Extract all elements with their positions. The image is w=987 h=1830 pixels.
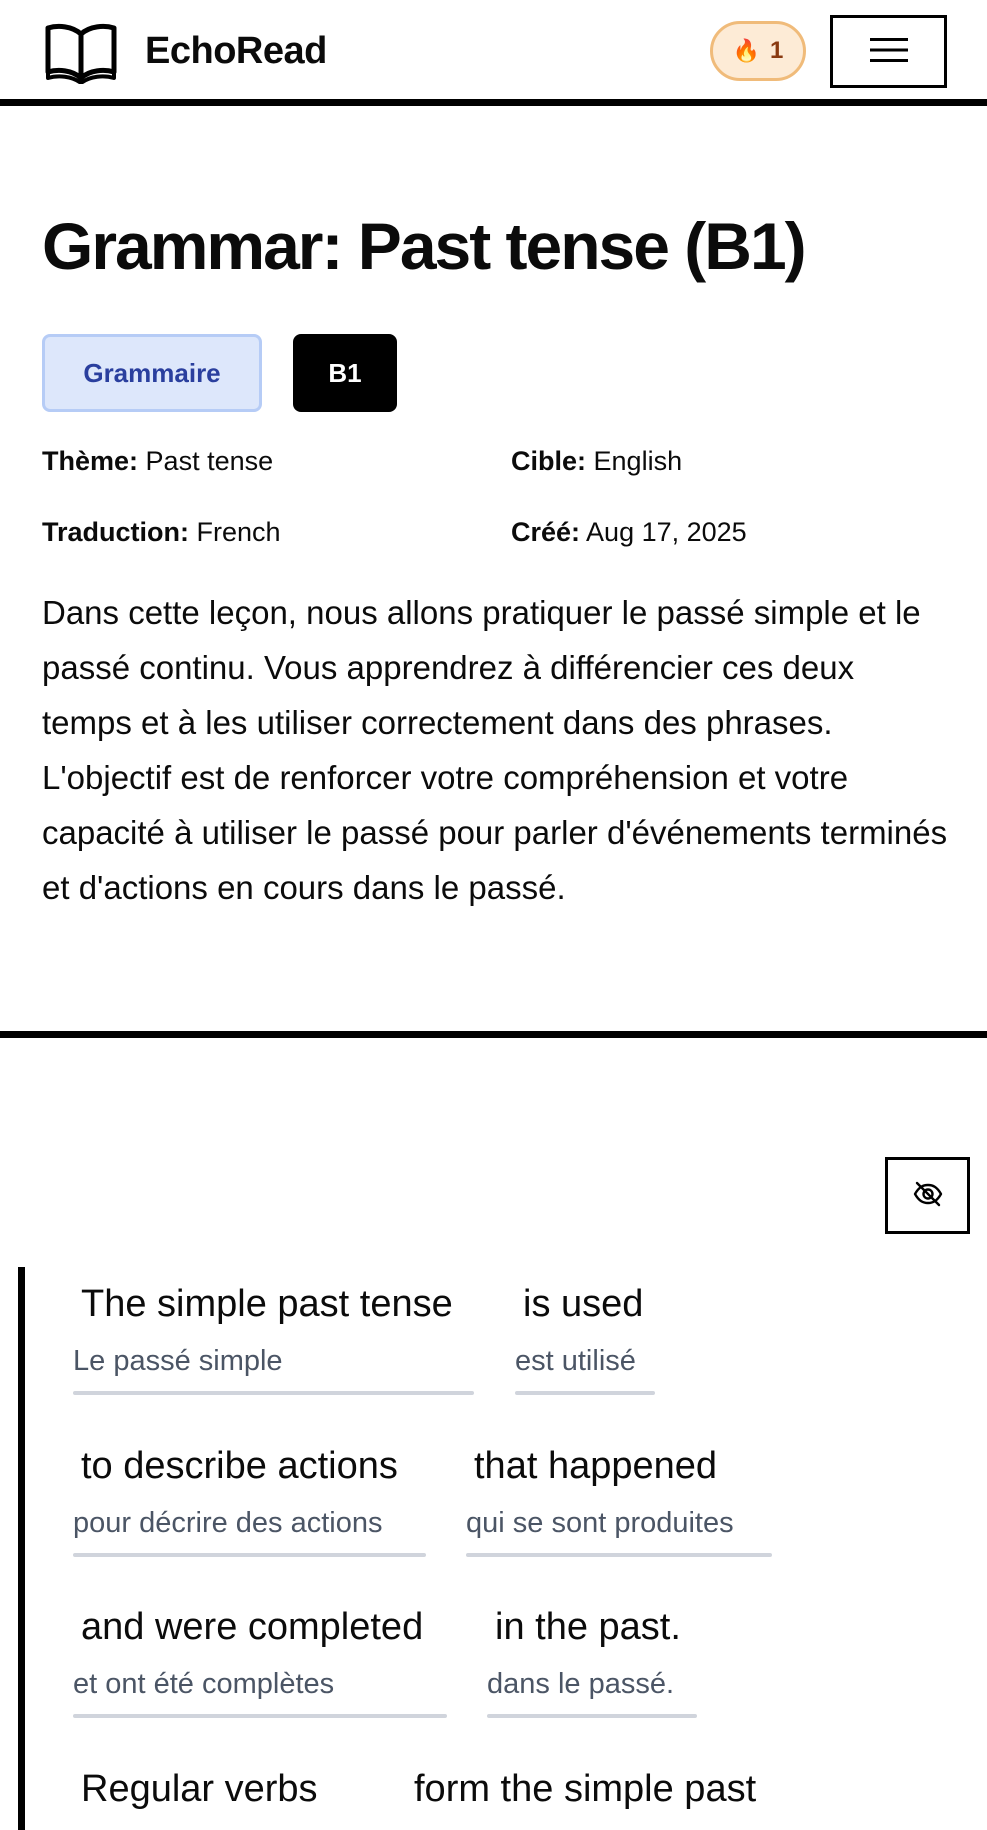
chunk-underline [73, 1553, 426, 1557]
meta-theme-label: Thème: [42, 446, 139, 476]
meta-created-value: Aug 17, 2025 [586, 517, 747, 547]
chunk-underline [487, 1714, 697, 1718]
category-tag: Grammaire [42, 334, 262, 412]
lesson-description: Dans cette leçon, nous allons pratiquer … [42, 594, 948, 906]
eye-off-icon [913, 1181, 943, 1210]
meta-target: Cible: English [511, 446, 682, 477]
toggle-translation-button[interactable] [885, 1157, 970, 1234]
chunk-translation: pour décrire des actions [73, 1507, 383, 1539]
meta-created-label: Créé: [511, 517, 581, 547]
chunk-source-text: in the past. [495, 1606, 681, 1648]
chunk-translation: et ont été complètes [73, 1668, 335, 1700]
chunk-source-text: Regular verbs [81, 1768, 318, 1810]
meta-created: Créé: Aug 17, 2025 [511, 517, 747, 548]
chunk-source-text: to describe actions [81, 1445, 398, 1487]
open-book-icon[interactable] [44, 20, 118, 85]
chunk-translation: Le passé simple [73, 1345, 283, 1377]
app-title[interactable]: EchoRead [145, 30, 327, 73]
section-divider [0, 1031, 987, 1038]
hamburger-menu-icon [869, 37, 908, 66]
meta-target-value: English [593, 446, 683, 476]
chunk-source-text: and were completed [81, 1606, 424, 1648]
chunk-underline [515, 1391, 655, 1395]
meta-target-label: Cible: [511, 446, 587, 476]
chunk-source-text: The simple past tense [81, 1283, 453, 1325]
meta-translation: Traduction: French [42, 517, 281, 548]
streak-badge[interactable]: 🔥 1 [710, 21, 806, 81]
meta-theme: Thème: Past tense [42, 446, 273, 477]
chunk-source-text: is used [523, 1283, 644, 1325]
chunk-source-text: that happened [474, 1445, 718, 1487]
chunk-translation: est utilisé [515, 1345, 636, 1377]
level-tag: B1 [293, 334, 397, 412]
chunk-translation: qui se sont produites [466, 1507, 734, 1539]
chunk-source-text: form the simple past [414, 1768, 757, 1810]
streak-count: 1 [770, 37, 784, 64]
lesson-title: Grammar: Past tense (B1) [42, 209, 807, 283]
chunk-underline [73, 1714, 447, 1718]
meta-translation-value: French [196, 517, 281, 547]
chunk-translation: dans le passé. [487, 1668, 675, 1700]
chunk-underline [466, 1553, 772, 1557]
fire-icon: 🔥 [732, 38, 761, 63]
reading-border [18, 1267, 25, 1830]
menu-button[interactable] [830, 15, 947, 88]
meta-translation-label: Traduction: [42, 517, 189, 547]
chunk-underline [73, 1391, 474, 1395]
app-header: EchoRead 🔥 1 [0, 0, 987, 106]
meta-theme-value: Past tense [145, 446, 274, 476]
